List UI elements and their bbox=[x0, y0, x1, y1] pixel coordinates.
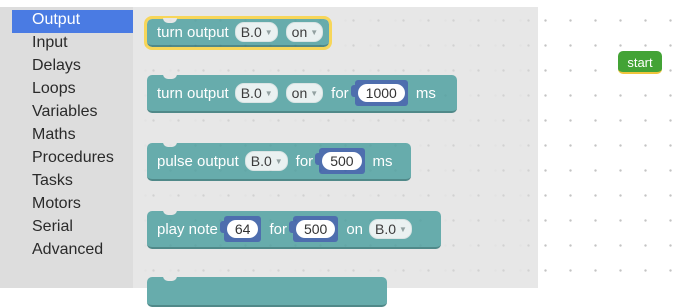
state-dropdown[interactable]: on ▼ bbox=[285, 83, 324, 103]
unit-label: ms bbox=[415, 84, 436, 102]
on-label: on bbox=[346, 220, 364, 238]
category-loops[interactable]: Loops bbox=[12, 79, 133, 102]
block-flyout: turn output B.0 ▼ on ▼ turn output B.0 ▼ on… bbox=[133, 7, 538, 307]
duration-value[interactable]: 1000 bbox=[357, 84, 405, 102]
duration-socket[interactable]: 500 bbox=[288, 216, 339, 242]
block-label: turn output bbox=[157, 84, 229, 102]
duration-value[interactable]: 500 bbox=[322, 152, 362, 170]
block-label: turn output bbox=[157, 23, 229, 41]
category-tasks[interactable]: Tasks bbox=[12, 171, 133, 194]
dropdown-arrow-icon: ▼ bbox=[310, 27, 319, 37]
turn-output-block[interactable]: turn output B.0 ▼ on ▼ bbox=[144, 16, 332, 50]
category-procedures[interactable]: Procedures bbox=[12, 148, 133, 171]
pin-dropdown[interactable]: B.0 ▼ bbox=[244, 151, 288, 171]
play-note-block[interactable]: play note 64 for 500 on B.0 ▼ bbox=[147, 210, 441, 249]
dropdown-arrow-icon: ▼ bbox=[264, 88, 273, 98]
category-serial[interactable]: Serial bbox=[12, 217, 133, 240]
toolbox-category-list: Output Input Delays Loops Variables Math… bbox=[0, 7, 133, 288]
pin-dropdown[interactable]: B.0 ▼ bbox=[369, 219, 412, 239]
duration-value[interactable]: 500 bbox=[295, 220, 336, 238]
category-output[interactable]: Output bbox=[12, 10, 133, 33]
dropdown-arrow-icon: ▼ bbox=[264, 27, 273, 37]
state-dropdown[interactable]: on ▼ bbox=[285, 22, 324, 42]
block-label: pulse output bbox=[157, 152, 239, 170]
pin-dropdown[interactable]: B.0 ▼ bbox=[234, 83, 278, 103]
partial-block[interactable] bbox=[147, 276, 387, 307]
for-label: for bbox=[269, 220, 287, 238]
pulse-output-block[interactable]: pulse output B.0 ▼ for 500 ms bbox=[147, 142, 411, 181]
dropdown-arrow-icon: ▼ bbox=[399, 224, 407, 234]
for-label: for bbox=[295, 152, 314, 170]
category-input[interactable]: Input bbox=[12, 33, 133, 56]
pin-dropdown[interactable]: B.0 ▼ bbox=[234, 22, 278, 42]
start-block[interactable]: start bbox=[618, 51, 662, 74]
turn-output-for-block[interactable]: turn output B.0 ▼ on ▼ for 1000 ms bbox=[147, 74, 457, 113]
dropdown-arrow-icon: ▼ bbox=[310, 88, 319, 98]
for-label: for bbox=[331, 84, 349, 102]
unit-label: ms bbox=[372, 152, 393, 170]
block-label: play note bbox=[157, 220, 218, 238]
category-variables[interactable]: Variables bbox=[12, 102, 133, 125]
note-value[interactable]: 64 bbox=[226, 220, 259, 238]
duration-socket[interactable]: 500 bbox=[315, 148, 365, 174]
category-delays[interactable]: Delays bbox=[12, 56, 133, 79]
duration-socket[interactable]: 1000 bbox=[350, 80, 408, 106]
note-socket[interactable]: 64 bbox=[219, 216, 262, 242]
category-maths[interactable]: Maths bbox=[12, 125, 133, 148]
dropdown-arrow-icon: ▼ bbox=[274, 156, 283, 166]
category-motors[interactable]: Motors bbox=[12, 194, 133, 217]
category-advanced[interactable]: Advanced bbox=[12, 240, 133, 263]
